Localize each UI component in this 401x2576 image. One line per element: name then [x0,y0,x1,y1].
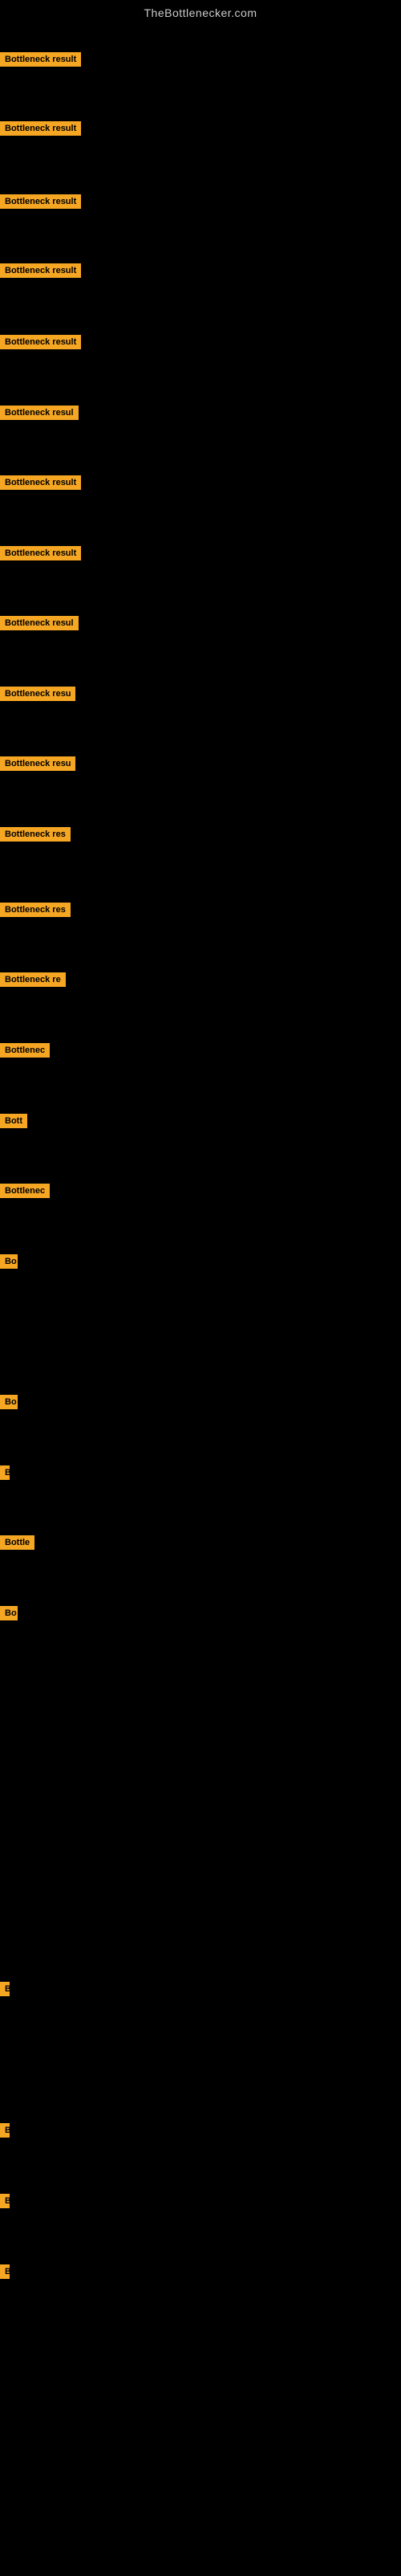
bottleneck-result-label: B [0,1982,10,1996]
bottleneck-result-label: Bottle [0,1535,34,1550]
bottleneck-result-label: Bo [0,1395,18,1409]
bottleneck-result-label: Bottleneck result [0,121,81,136]
bottleneck-result-label: Bo [0,1254,18,1269]
bottleneck-result-label: Bottleneck resul [0,616,79,630]
bottleneck-result-label: B [0,2123,10,2138]
bottleneck-result-label: Bottleneck resu [0,687,75,701]
bottleneck-result-label: B [0,2264,10,2279]
bottleneck-result-label: Bottleneck result [0,52,81,67]
bottleneck-result-label: Bott [0,1114,27,1128]
bottleneck-result-label: Bottleneck re [0,972,66,987]
bottleneck-result-label: Bottlenec [0,1043,50,1058]
bottleneck-result-label: Bottlenec [0,1184,50,1198]
bottleneck-result-label: Bottleneck result [0,194,81,209]
bottleneck-result-label: Bottleneck res [0,827,71,842]
bottleneck-result-label: B [0,2194,10,2208]
bottleneck-result-label: Bottleneck resu [0,756,75,771]
bottleneck-result-label: Bottleneck result [0,475,81,490]
bottleneck-result-label: B [0,1465,10,1480]
bottleneck-result-label: Bottleneck resul [0,406,79,420]
bottleneck-result-label: Bo [0,1606,18,1620]
site-title: TheBottlenecker.com [0,0,401,22]
bottleneck-result-label: Bottleneck result [0,546,81,560]
bottleneck-result-label: Bottleneck res [0,903,71,917]
bottleneck-result-label: Bottleneck result [0,263,81,278]
bottleneck-result-label: Bottleneck result [0,335,81,349]
